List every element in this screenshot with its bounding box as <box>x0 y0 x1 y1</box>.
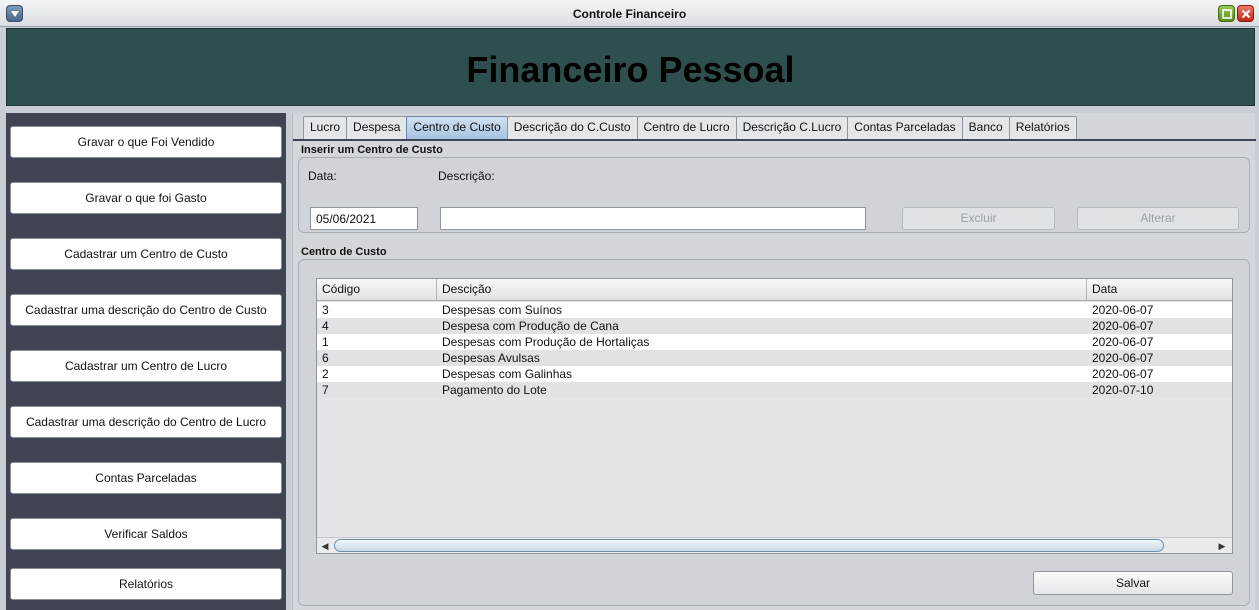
cell-description: Despesa com Produção de Cana <box>442 319 619 333</box>
column-header-date[interactable]: Data <box>1087 279 1232 300</box>
scrollbar-thumb[interactable] <box>334 539 1164 552</box>
maximize-icon[interactable] <box>1218 5 1235 22</box>
scroll-right-icon[interactable]: ▶ <box>1216 540 1228 552</box>
cell-date: 2020-07-10 <box>1092 383 1154 397</box>
tab-lucro[interactable]: Lucro <box>303 116 348 139</box>
description-label: Descrição: <box>438 169 495 183</box>
cell-date: 2020-06-07 <box>1092 303 1154 317</box>
cell-date: 2020-06-07 <box>1092 335 1154 349</box>
window-frame: Financeiro Pessoal Gravar o que Foi Vend… <box>0 27 1259 610</box>
tab-descricao-c-lucro[interactable]: Descrição C.Lucro <box>735 116 849 139</box>
column-header-code[interactable]: Código <box>317 279 437 300</box>
cell-date: 2020-06-07 <box>1092 351 1154 365</box>
cell-description: Despesas Avulsas <box>442 351 540 365</box>
main-panel: Lucro Despesa Centro de Custo Descrição … <box>292 113 1256 610</box>
tab-divider <box>293 139 1256 141</box>
tab-despesa[interactable]: Despesa <box>346 116 408 139</box>
register-cost-center-button[interactable]: Cadastrar um Centro de Custo <box>10 238 282 270</box>
cell-date: 2020-06-07 <box>1092 319 1154 333</box>
table-body: 3 Despesas com Suínos 2020-06-07 4 Despe… <box>317 302 1232 398</box>
horizontal-scrollbar[interactable]: ◀ ▶ <box>317 537 1232 553</box>
sidebar: Gravar o que Foi Vendido Gravar o que fo… <box>6 113 286 610</box>
cell-code: 4 <box>322 319 329 333</box>
register-cost-center-description-button[interactable]: Cadastrar uma descrição do Centro de Cus… <box>10 294 282 326</box>
page-title: Financeiro Pessoal <box>466 49 795 90</box>
table-row[interactable]: 2 Despesas com Galinhas 2020-06-07 <box>317 366 1232 382</box>
table-row[interactable]: 4 Despesa com Produção de Cana 2020-06-0… <box>317 318 1232 334</box>
date-field[interactable]: 05/06/2021 <box>310 207 418 230</box>
scroll-left-icon[interactable]: ◀ <box>319 540 331 552</box>
register-profit-center-description-button[interactable]: Cadastrar uma descrição do Centro de Luc… <box>10 406 282 438</box>
tab-bar: Lucro Despesa Centro de Custo Descrição … <box>303 116 1077 140</box>
header-banner: Financeiro Pessoal <box>6 28 1255 106</box>
cell-code: 6 <box>322 351 329 365</box>
record-sales-button[interactable]: Gravar o que Foi Vendido <box>10 126 282 158</box>
cell-description: Despesas com Suínos <box>442 303 563 317</box>
tab-relatorios[interactable]: Relatórios <box>1008 116 1077 139</box>
tab-centro-de-custo[interactable]: Centro de Custo <box>406 116 508 139</box>
cell-code: 2 <box>322 367 329 381</box>
table-row[interactable]: 1 Despesas com Produção de Hortaliças 20… <box>317 334 1232 350</box>
cell-code: 7 <box>322 383 329 397</box>
register-profit-center-button[interactable]: Cadastrar um Centro de Lucro <box>10 350 282 382</box>
cost-center-table[interactable]: Código Descição Data 3 Despesas com Suín… <box>316 278 1233 554</box>
tab-centro-de-lucro[interactable]: Centro de Lucro <box>636 116 737 139</box>
cell-description: Despesas com Galinhas <box>442 367 573 381</box>
table-row[interactable]: 3 Despesas com Suínos 2020-06-07 <box>317 302 1232 318</box>
table-row[interactable]: 6 Despesas Avulsas 2020-06-07 <box>317 350 1232 366</box>
delete-button[interactable]: Excluir <box>902 207 1055 230</box>
save-button[interactable]: Salvar <box>1033 571 1233 595</box>
cell-code: 3 <box>322 303 329 317</box>
table-header: Código Descição Data <box>317 279 1232 301</box>
window-titlebar: Controle Financeiro <box>0 0 1259 27</box>
column-header-description[interactable]: Descição <box>437 279 1087 300</box>
cell-date: 2020-06-07 <box>1092 367 1154 381</box>
tab-contas-parceladas[interactable]: Contas Parceladas <box>847 116 963 139</box>
record-expenses-button[interactable]: Gravar o que foi Gasto <box>10 182 282 214</box>
close-icon[interactable] <box>1237 5 1254 22</box>
date-label: Data: <box>308 169 337 183</box>
table-row[interactable]: 7 Pagamento do Lote 2020-07-10 <box>317 382 1232 398</box>
cell-description: Pagamento do Lote <box>442 383 547 397</box>
check-balances-button[interactable]: Verificar Saldos <box>10 518 282 550</box>
insert-section-title: Inserir um Centro de Custo <box>301 144 443 156</box>
cell-description: Despesas com Produção de Hortaliças <box>442 335 650 349</box>
tab-banco[interactable]: Banco <box>961 116 1010 139</box>
installment-accounts-button[interactable]: Contas Parceladas <box>10 462 282 494</box>
reports-button[interactable]: Relatórios <box>10 568 282 600</box>
description-field[interactable] <box>440 207 866 230</box>
tab-descricao-c-custo[interactable]: Descrição do C.Custo <box>506 116 638 139</box>
update-button[interactable]: Alterar <box>1077 207 1239 230</box>
insert-group: Data: 05/06/2021 Descrição: Excluir Alte… <box>298 157 1250 233</box>
list-section-title: Centro de Custo <box>301 246 387 258</box>
window-title: Controle Financeiro <box>572 7 687 21</box>
cell-code: 1 <box>322 335 329 349</box>
